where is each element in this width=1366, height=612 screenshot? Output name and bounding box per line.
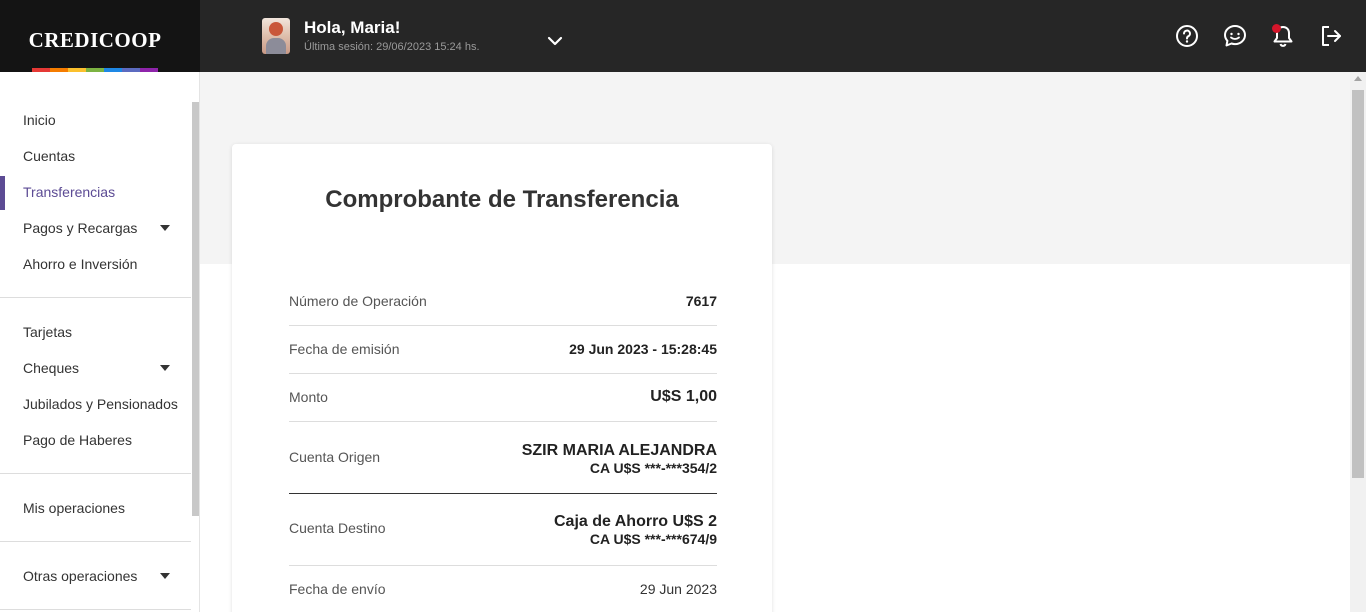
row-send-date: Fecha de envío 29 Jun 2023 xyxy=(289,566,717,612)
issue-date: 29 Jun 2023 - 15:28:45 xyxy=(569,341,717,357)
logout-icon[interactable] xyxy=(1318,23,1344,49)
sidebar-item-label: Pagos y Recargas xyxy=(23,220,138,236)
row-destination-account: Cuenta Destino Caja de Ahorro U$S 2 CA U… xyxy=(289,494,717,566)
greeting: Hola, Maria! xyxy=(304,18,401,37)
sidebar-divider xyxy=(0,473,191,474)
sidebar-item-label: Jubilados y Pensionados xyxy=(23,396,178,412)
sidebar-item-cuentas[interactable]: Cuentas xyxy=(0,138,190,174)
main-scrollbar-thumb[interactable] xyxy=(1352,90,1364,478)
caret-down-icon xyxy=(160,225,170,231)
caret-down-icon xyxy=(160,365,170,371)
help-icon[interactable] xyxy=(1174,23,1200,49)
sidebar-item-label: Transferencias xyxy=(23,184,116,200)
row-issue-date: Fecha de emisión 29 Jun 2023 - 15:28:45 xyxy=(289,326,717,374)
last-session: Última sesión: 29/06/2023 15:24 hs. xyxy=(304,41,480,53)
sidebar-item-tarjetas[interactable]: Tarjetas xyxy=(0,314,190,350)
sidebar-item-label: Mis operaciones xyxy=(23,500,125,516)
origin-account: SZIR MARIA ALEJANDRA CA U$S ***-***354/2 xyxy=(522,442,717,476)
row-label: Cuenta Destino xyxy=(289,520,386,536)
sidebar-item-cheques[interactable]: Cheques xyxy=(0,350,190,386)
avatar[interactable] xyxy=(262,18,290,54)
brand-area[interactable]: CREDICOOP xyxy=(0,0,200,72)
sidebar-item-otras-operaciones[interactable]: Otras operaciones xyxy=(0,558,190,594)
sidebar-item-label: Tarjetas xyxy=(23,324,73,340)
row-amount: Monto U$S 1,00 xyxy=(289,374,717,422)
row-label: Número de Operación xyxy=(289,293,427,309)
top-bar: CREDICOOP Hola, Maria! Última sesión: 29… xyxy=(0,0,1366,72)
notification-dot xyxy=(1272,24,1281,33)
row-origin-account: Cuenta Origen SZIR MARIA ALEJANDRA CA U$… xyxy=(289,422,717,494)
destination-account-name: Caja de Ahorro U$S 2 xyxy=(553,513,717,530)
row-operation-number: Número de Operación 7617 xyxy=(289,278,717,326)
sidebar-divider xyxy=(0,297,191,298)
sidebar: Inicio Cuentas Transferencias Pagos y Re… xyxy=(0,72,200,612)
chat-icon[interactable] xyxy=(1222,23,1248,49)
chevron-down-icon[interactable] xyxy=(546,35,564,47)
sidebar-item-ahorro-inversion[interactable]: Ahorro e Inversión xyxy=(0,246,190,282)
send-date: 29 Jun 2023 xyxy=(639,581,717,597)
row-label: Fecha de emisión xyxy=(289,341,400,357)
sidebar-item-label: Ahorro e Inversión xyxy=(23,256,138,272)
sidebar-item-label: Otras operaciones xyxy=(23,568,138,584)
sidebar-item-jubilados[interactable]: Jubilados y Pensionados xyxy=(0,386,190,422)
sidebar-item-label: Pago de Haberes xyxy=(23,432,132,448)
origin-account-number: CA U$S ***-***354/2 xyxy=(589,460,717,476)
operation-number: 7617 xyxy=(685,293,717,309)
brand-logo: CREDICOOP xyxy=(28,28,162,52)
destination-account: Caja de Ahorro U$S 2 CA U$S ***-***674/9 xyxy=(554,513,717,547)
amount: U$S 1,00 xyxy=(650,388,717,405)
sidebar-item-inicio[interactable]: Inicio xyxy=(0,102,190,138)
origin-account-name: SZIR MARIA ALEJANDRA xyxy=(521,442,717,459)
scroll-up-icon[interactable] xyxy=(1354,76,1362,81)
sidebar-divider xyxy=(0,609,191,610)
row-label: Monto xyxy=(289,389,328,405)
sidebar-divider xyxy=(0,541,191,542)
sidebar-item-pago-haberes[interactable]: Pago de Haberes xyxy=(0,422,190,458)
sidebar-item-transferencias[interactable]: Transferencias xyxy=(0,174,190,210)
caret-down-icon xyxy=(160,573,170,579)
receipt-card: Comprobante de Transferencia Número de O… xyxy=(232,144,772,612)
receipt-title: Comprobante de Transferencia xyxy=(325,186,679,213)
sidebar-item-label: Cheques xyxy=(23,360,80,376)
sidebar-item-pagos-recargas[interactable]: Pagos y Recargas xyxy=(0,210,190,246)
sidebar-item-label: Cuentas xyxy=(23,148,76,164)
row-label: Cuenta Origen xyxy=(289,449,381,465)
destination-account-number: CA U$S ***-***674/9 xyxy=(589,531,717,547)
sidebar-item-label: Inicio xyxy=(23,112,56,128)
sidebar-item-mis-operaciones[interactable]: Mis operaciones xyxy=(0,490,190,526)
row-label: Fecha de envío xyxy=(289,581,386,597)
sidebar-scrollbar[interactable] xyxy=(192,102,199,516)
